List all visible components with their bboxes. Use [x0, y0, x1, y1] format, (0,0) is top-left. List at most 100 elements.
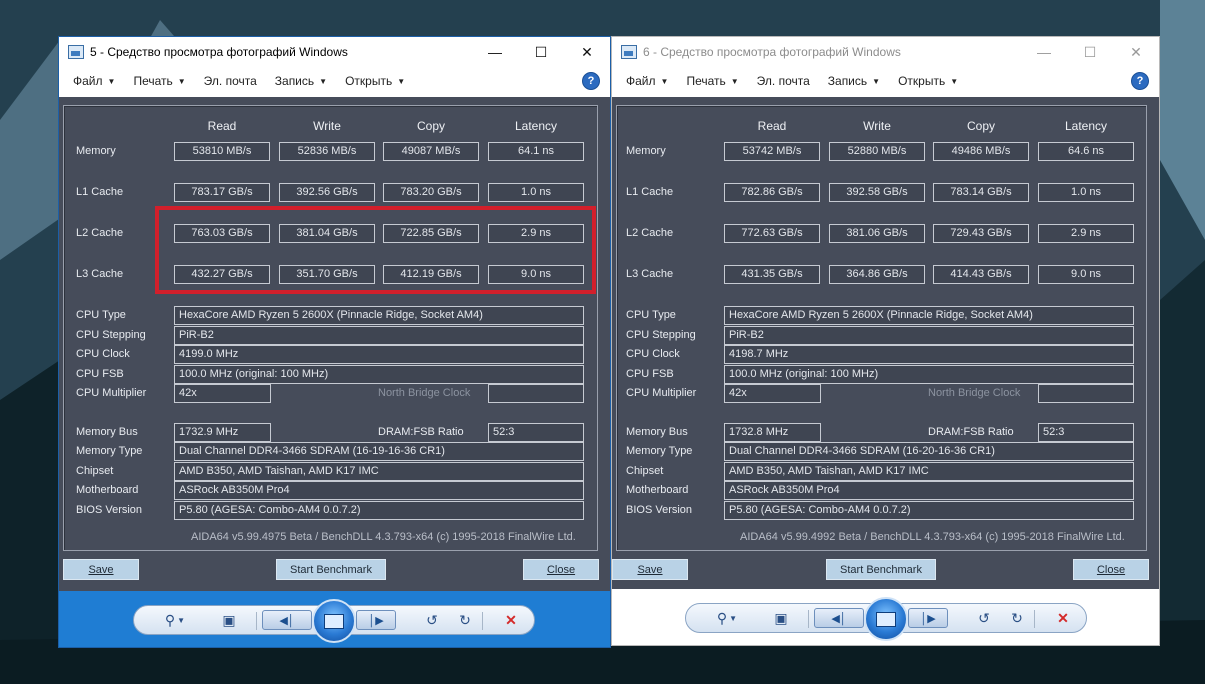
chevron-down-icon: ▼ [950, 77, 959, 86]
column-read: Read [207, 119, 237, 133]
l2-copy-value: 729.43 GB/s [933, 224, 1029, 243]
menu-file[interactable]: Файл ▼ [626, 74, 668, 88]
motherboard-value: ASRock AB350M Pro4 [724, 481, 1134, 500]
slideshow-icon[interactable] [312, 599, 356, 643]
memory-write-value: 52880 MB/s [829, 142, 925, 161]
chevron-down-icon: ▼ [107, 77, 116, 86]
minimize-button[interactable]: — [472, 37, 518, 67]
cpu-multiplier-value: 42x [724, 384, 821, 403]
cpu-stepping-label: CPU Stepping [626, 329, 696, 341]
column-write: Write [863, 119, 891, 133]
maximize-button[interactable]: ☐ [518, 37, 564, 67]
bios-version-label: BIOS Version [626, 504, 693, 516]
cpu-stepping-label: CPU Stepping [76, 329, 146, 341]
row-label-l3: L3 Cache [626, 268, 674, 280]
bios-version-value: P5.80 (AGESA: Combo-AM4 0.0.7.2) [724, 501, 1134, 520]
photo-viewer-window-2[interactable]: 6 - Средство просмотра фотографий Window… [611, 36, 1160, 646]
memory-read-value: 53810 MB/s [174, 142, 270, 161]
cpu-clock-label: CPU Clock [76, 348, 130, 360]
next-icon[interactable]: │▶ [908, 608, 948, 628]
rotate-right-icon[interactable]: ↻ [1002, 606, 1032, 630]
memory-read-value: 53742 MB/s [724, 142, 820, 161]
title-bar[interactable]: 6 - Средство просмотра фотографий Window… [612, 37, 1159, 67]
menu-burn[interactable]: Запись ▼ [828, 74, 880, 88]
aida64-screenshot: Read Write Copy Latency Memory 53742 MB/… [612, 97, 1159, 589]
screen-glyph [324, 613, 344, 629]
row-label-memory: Memory [626, 145, 666, 157]
title-bar[interactable]: 5 - Средство просмотра фотографий Window… [59, 37, 610, 67]
l1-read-value: 783.17 GB/s [174, 183, 270, 202]
memory-copy-value: 49087 MB/s [383, 142, 479, 161]
save-button: Save [63, 559, 139, 580]
cpu-type-label: CPU Type [626, 309, 676, 321]
motherboard-label: Motherboard [76, 484, 139, 496]
zoom-icon[interactable]: ⚲ ▼ [712, 606, 742, 630]
l3-write-value: 364.86 GB/s [829, 265, 925, 284]
row-label-l3: L3 Cache [76, 268, 124, 280]
row-label-memory: Memory [76, 145, 116, 157]
separator [256, 612, 257, 630]
rotate-right-icon[interactable]: ↻ [450, 608, 480, 632]
close-window-button[interactable]: ✕ [564, 37, 610, 67]
menu-print[interactable]: Печать ▼ [133, 74, 185, 88]
l1-write-value: 392.58 GB/s [829, 183, 925, 202]
l1-copy-value: 783.14 GB/s [933, 183, 1029, 202]
next-icon[interactable]: │▶ [356, 610, 396, 630]
rotate-left-icon[interactable]: ↺ [969, 606, 999, 630]
menu-print[interactable]: Печать ▼ [686, 74, 738, 88]
column-write: Write [313, 119, 341, 133]
close-button: Close [1073, 559, 1149, 580]
cpu-type-value: HexaCore AMD Ryzen 5 2600X (Pinnacle Rid… [174, 306, 584, 325]
column-latency: Latency [514, 119, 558, 133]
delete-icon[interactable]: ✕ [496, 608, 526, 632]
dram-fsb-ratio-value: 52:3 [488, 423, 584, 442]
photo-viewer-window-1[interactable]: 5 - Средство просмотра фотографий Window… [58, 36, 611, 648]
l2-write-value: 381.06 GB/s [829, 224, 925, 243]
memory-type-label: Memory Type [626, 445, 693, 457]
l3-copy-value: 414.43 GB/s [933, 265, 1029, 284]
memory-bus-value: 1732.9 MHz [174, 423, 271, 442]
north-bridge-clock-label: North Bridge Clock [928, 387, 1021, 399]
chipset-label: Chipset [76, 465, 114, 477]
menu-open[interactable]: Открыть ▼ [345, 74, 405, 88]
zoom-icon[interactable]: ⚲ ▼ [160, 608, 190, 632]
chevron-down-icon: ▼ [660, 77, 669, 86]
cpu-multiplier-label: CPU Multiplier [76, 387, 147, 399]
cpu-fsb-label: CPU FSB [76, 368, 124, 380]
minimize-button[interactable]: — [1021, 37, 1067, 67]
memory-bus-label: Memory Bus [626, 426, 688, 438]
previous-icon[interactable]: ◀│ [262, 610, 312, 630]
bios-version-value: P5.80 (AGESA: Combo-AM4 0.0.7.2) [174, 501, 584, 520]
aida-footer: AIDA64 v5.99.4992 Beta / BenchDLL 4.3.79… [740, 531, 1125, 543]
rotate-left-icon[interactable]: ↺ [417, 608, 447, 632]
screen-glyph [876, 611, 896, 627]
viewer-toolbar: ⚲ ▼ ▣ ◀│ │▶ ↺ ↻ ✕ [59, 591, 610, 647]
row-label-l1: L1 Cache [76, 186, 124, 198]
help-icon[interactable]: ? [582, 72, 600, 90]
menu-open[interactable]: Открыть ▼ [898, 74, 958, 88]
chipset-value: AMD B350, AMD Taishan, AMD K17 IMC [174, 462, 584, 481]
window-title: 6 - Средство просмотра фотографий Window… [643, 45, 901, 59]
help-icon[interactable]: ? [1131, 72, 1149, 90]
l2-latency-value: 2.9 ns [1038, 224, 1134, 243]
chevron-down-icon: ▼ [177, 77, 186, 86]
fit-window-icon[interactable]: ▣ [214, 608, 244, 632]
cpu-fsb-value: 100.0 MHz (original: 100 MHz) [724, 365, 1134, 384]
separator [1034, 610, 1035, 628]
column-latency: Latency [1064, 119, 1108, 133]
cpu-type-value: HexaCore AMD Ryzen 5 2600X (Pinnacle Rid… [724, 306, 1134, 325]
fit-window-icon[interactable]: ▣ [766, 606, 796, 630]
maximize-button[interactable]: ☐ [1067, 37, 1113, 67]
menu-file[interactable]: Файл ▼ [73, 74, 115, 88]
menu-email[interactable]: Эл. почта [204, 74, 257, 88]
start-benchmark-button: Start Benchmark [276, 559, 386, 580]
north-bridge-clock-value [488, 384, 584, 403]
row-label-l2: L2 Cache [626, 227, 674, 239]
menu-burn[interactable]: Запись ▼ [275, 74, 327, 88]
close-window-button[interactable]: ✕ [1113, 37, 1159, 67]
menu-email[interactable]: Эл. почта [757, 74, 810, 88]
previous-icon[interactable]: ◀│ [814, 608, 864, 628]
slideshow-icon[interactable] [864, 597, 908, 641]
delete-icon[interactable]: ✕ [1048, 606, 1078, 630]
row-label-l2: L2 Cache [76, 227, 124, 239]
